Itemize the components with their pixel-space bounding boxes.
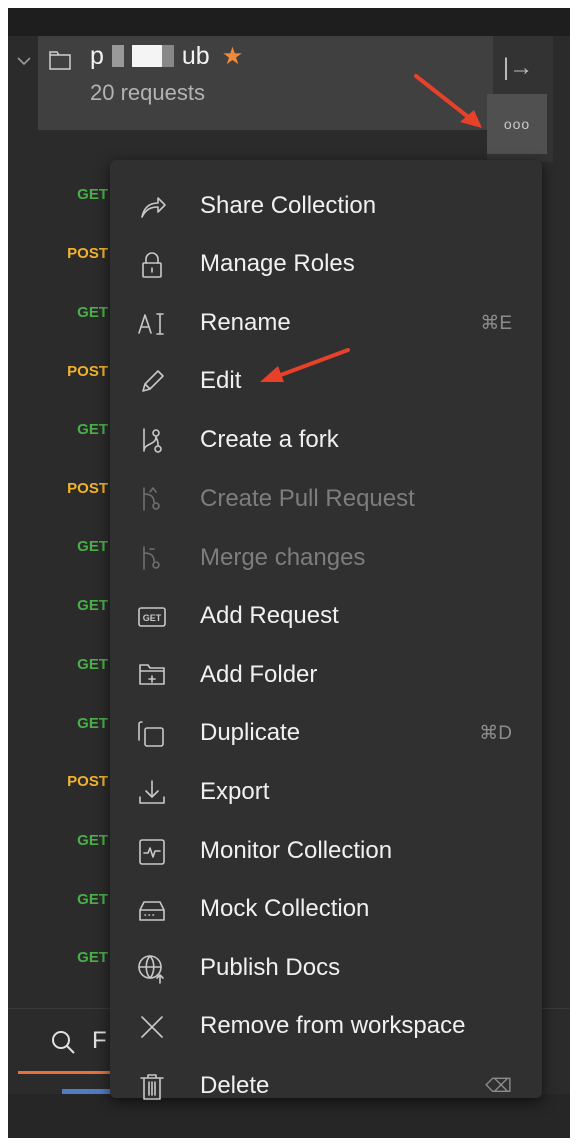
trash-icon xyxy=(136,1071,168,1103)
more-icon: ooo xyxy=(503,116,531,132)
menu-item-manage-roles[interactable]: Manage Roles xyxy=(110,236,542,294)
collection-folder-icon xyxy=(49,51,71,70)
menu-item-label: Rename xyxy=(200,309,291,336)
search-icon xyxy=(52,1031,75,1054)
menu-item-label: Delete xyxy=(200,1072,270,1099)
svg-text:GET: GET xyxy=(143,613,162,623)
redacted-block xyxy=(111,45,124,67)
merge-icon xyxy=(136,543,168,575)
request-method-badge: GET xyxy=(77,597,108,614)
keyboard-shortcut: ⌘D xyxy=(479,723,512,744)
request-method-badge: POST xyxy=(67,773,108,790)
menu-item-monitor-collection[interactable]: Monitor Collection xyxy=(110,823,542,881)
menu-item-export[interactable]: Export xyxy=(110,764,542,822)
menu-item-merge-changes: Merge changes xyxy=(110,530,542,588)
menu-item-add-folder[interactable]: Add Folder xyxy=(110,647,542,705)
rename-icon xyxy=(136,308,168,340)
request-method-badge: POST xyxy=(67,245,108,262)
pencil-icon xyxy=(136,366,168,398)
fork-icon xyxy=(136,425,168,457)
menu-item-label: Add Folder xyxy=(200,661,318,688)
lock-icon xyxy=(136,249,168,281)
request-method-badge: GET xyxy=(77,949,108,966)
request-method-badge: GET xyxy=(77,538,108,555)
redacted-block xyxy=(131,45,162,67)
menu-item-label: Mock Collection xyxy=(200,895,370,922)
app-window: p ub ★ 20 requests |→ ooo GET POST GET POST… xyxy=(8,8,570,1138)
menu-item-duplicate[interactable]: Duplicate ⌘D xyxy=(110,705,542,763)
menu-item-add-request[interactable]: GET Add Request xyxy=(110,588,542,646)
request-method-badge: POST xyxy=(67,363,108,380)
request-method-badge: GET xyxy=(77,891,108,908)
request-count: 20 requests xyxy=(90,80,205,105)
menu-item-edit[interactable]: Edit xyxy=(110,353,542,411)
more-actions-button[interactable]: ooo xyxy=(487,94,547,154)
search-input[interactable]: F xyxy=(92,1027,107,1055)
menu-item-create-pull-request: Create Pull Request xyxy=(110,471,542,529)
menu-item-label: Remove from workspace xyxy=(200,1012,466,1039)
menu-item-label: Add Request xyxy=(200,602,339,629)
menu-item-label: Duplicate xyxy=(200,719,301,746)
pull-request-icon xyxy=(136,484,168,516)
menu-item-share-collection[interactable]: Share Collection xyxy=(110,178,542,236)
top-strip xyxy=(8,8,570,36)
mock-server-icon xyxy=(136,894,168,926)
request-method-badge: GET xyxy=(77,832,108,849)
collection-name-end: ub xyxy=(181,41,210,70)
add-folder-icon xyxy=(136,660,168,692)
menu-item-label: Edit xyxy=(200,367,242,394)
menu-item-mock-collection[interactable]: Mock Collection xyxy=(110,881,542,939)
active-tab-indicator xyxy=(18,1071,118,1074)
keyboard-shortcut: ⌘E xyxy=(480,313,512,334)
menu-item-publish-docs[interactable]: Publish Docs xyxy=(110,940,542,998)
request-method-badge: GET xyxy=(77,421,108,438)
request-method-badge: POST xyxy=(67,480,108,497)
menu-item-remove-from-workspace[interactable]: Remove from workspace xyxy=(110,998,542,1056)
duplicate-icon xyxy=(136,718,168,750)
monitor-icon xyxy=(136,836,168,868)
request-method-badge: GET xyxy=(77,304,108,321)
export-icon xyxy=(136,777,168,809)
star-icon[interactable]: ★ xyxy=(222,42,244,71)
get-request-icon: GET xyxy=(136,601,168,633)
redacted-block xyxy=(161,45,174,67)
request-method-badge: GET xyxy=(77,656,108,673)
menu-item-label: Manage Roles xyxy=(200,250,355,277)
menu-item-label: Export xyxy=(200,778,270,805)
menu-item-rename[interactable]: Rename ⌘E xyxy=(110,295,542,353)
request-method-badge: GET xyxy=(77,715,108,732)
menu-item-label: Merge changes xyxy=(200,544,366,571)
collection-name: p ub ★ xyxy=(90,41,243,71)
menu-item-delete[interactable]: Delete ⌫ xyxy=(110,1058,542,1116)
close-icon xyxy=(136,1011,168,1043)
menu-item-label: Share Collection xyxy=(200,192,377,219)
collection-context-menu: Share Collection Manage Roles Rename ⌘E Edit… xyxy=(110,160,542,1100)
collapse-sidebar-button[interactable]: |→ xyxy=(494,48,542,88)
globe-icon xyxy=(136,953,168,985)
chevron-down-icon[interactable] xyxy=(16,54,32,68)
menu-item-create-a-fork[interactable]: Create a fork xyxy=(110,412,542,470)
menu-item-label: Monitor Collection xyxy=(200,837,393,864)
keyboard-shortcut: ⌫ xyxy=(485,1076,512,1097)
menu-item-label: Create Pull Request xyxy=(200,485,415,512)
menu-item-label: Publish Docs xyxy=(200,954,341,981)
request-method-badge: GET xyxy=(77,186,108,203)
menu-item-label: Create a fork xyxy=(200,426,339,453)
collection-name-start: p xyxy=(90,41,104,70)
share-icon xyxy=(136,191,168,223)
